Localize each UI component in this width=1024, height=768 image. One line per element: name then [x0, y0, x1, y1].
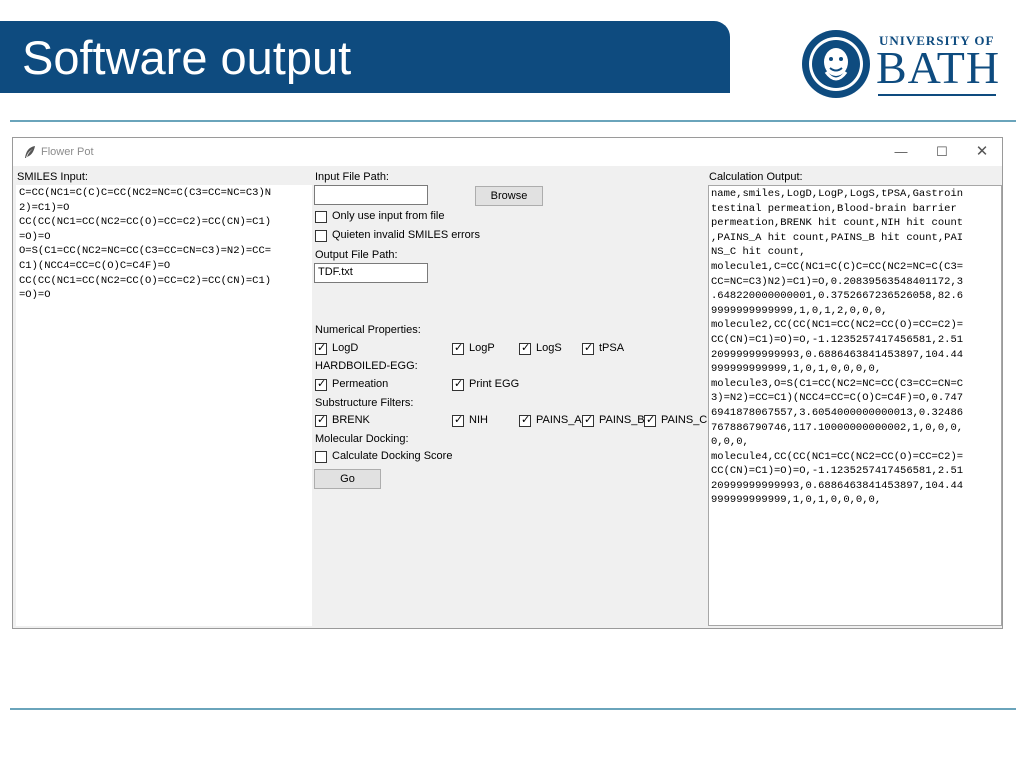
check-icon: ✓ — [646, 414, 656, 426]
top-divider — [10, 120, 1016, 122]
pains-b-checkbox[interactable]: ✓ — [582, 414, 594, 427]
input-file-path-field[interactable] — [314, 185, 428, 205]
go-button[interactable]: Go — [314, 469, 381, 489]
substructure-filters-label: Substructure Filters: — [315, 397, 414, 409]
close-button[interactable]: ✕ — [968, 142, 996, 162]
logd-label: LogD — [332, 342, 359, 354]
calculation-output-textarea[interactable]: name,smiles,LogD,LogP,LogS,tPSA,Gastroin… — [708, 185, 1002, 626]
logo-underline — [878, 94, 996, 96]
nih-checkbox[interactable]: ✓ — [452, 414, 464, 427]
output-file-path-field[interactable]: TDF.txt — [314, 263, 428, 283]
check-icon: ✓ — [521, 414, 531, 426]
maximize-button[interactable]: ☐ — [928, 142, 956, 162]
only-use-file-label: Only use input from file — [332, 210, 445, 222]
quieten-errors-label: Quieten invalid SMILES errors — [332, 229, 480, 241]
feather-icon — [25, 146, 35, 158]
logs-checkbox[interactable]: ✓ — [519, 342, 531, 355]
calculation-output-label: Calculation Output: — [709, 171, 803, 183]
logs-label: LogS — [536, 342, 562, 354]
smiles-input-label: SMILES Input: — [17, 171, 88, 183]
bath-seal-icon — [802, 30, 870, 98]
print-egg-checkbox[interactable]: ✓ — [452, 378, 464, 391]
nih-label: NIH — [469, 414, 488, 426]
check-icon: ✓ — [317, 342, 327, 354]
permeation-checkbox[interactable]: ✓ — [315, 378, 327, 391]
minimize-button[interactable]: — — [887, 142, 915, 162]
logd-checkbox[interactable]: ✓ — [315, 342, 327, 355]
input-file-path-label: Input File Path: — [315, 171, 389, 183]
check-icon: ✓ — [454, 342, 464, 354]
molecular-docking-label: Molecular Docking: — [315, 433, 409, 445]
logo-bath-text: BATH — [876, 42, 1001, 93]
tpsa-label: tPSA — [599, 342, 625, 354]
only-use-file-checkbox[interactable] — [315, 211, 327, 223]
tpsa-checkbox[interactable]: ✓ — [582, 342, 594, 355]
pains-a-label: PAINS_A — [536, 414, 582, 426]
check-icon: ✓ — [584, 342, 594, 354]
docking-score-checkbox[interactable] — [315, 451, 327, 463]
check-icon: ✓ — [454, 414, 464, 426]
quieten-errors-checkbox[interactable] — [315, 230, 327, 242]
permeation-label: Permeation — [332, 378, 389, 390]
pains-a-checkbox[interactable]: ✓ — [519, 414, 531, 427]
brenk-checkbox[interactable]: ✓ — [315, 414, 327, 427]
check-icon: ✓ — [521, 342, 531, 354]
output-file-path-label: Output File Path: — [315, 249, 398, 261]
university-logo: UNIVERSITY OF BATH — [800, 28, 1000, 100]
flower-pot-window: Flower Pot — ☐ ✕ SMILES Input: C=CC(NC1=… — [12, 137, 1003, 629]
docking-score-label: Calculate Docking Score — [332, 450, 453, 462]
slide-title: Software output — [22, 31, 352, 84]
pains-c-label: PAINS_C — [661, 414, 708, 426]
print-egg-label: Print EGG — [469, 378, 520, 390]
logp-label: LogP — [469, 342, 495, 354]
check-icon: ✓ — [317, 378, 327, 390]
check-icon: ✓ — [584, 414, 594, 426]
bottom-divider — [10, 708, 1016, 710]
pains-c-checkbox[interactable]: ✓ — [644, 414, 656, 427]
hardboiled-egg-label: HARDBOILED-EGG: — [315, 360, 418, 372]
numerical-properties-label: Numerical Properties: — [315, 324, 421, 336]
brenk-label: BRENK — [332, 414, 370, 426]
window-title: Flower Pot — [41, 146, 94, 158]
pains-b-label: PAINS_B — [599, 414, 645, 426]
window-titlebar[interactable]: Flower Pot — ☐ ✕ — [13, 138, 1002, 166]
logp-checkbox[interactable]: ✓ — [452, 342, 464, 355]
check-icon: ✓ — [454, 378, 464, 390]
smiles-input-textarea[interactable]: C=CC(NC1=C(C)C=CC(NC2=NC=C(C3=CC=NC=C3)N… — [16, 185, 312, 626]
browse-button[interactable]: Browse — [475, 186, 543, 206]
check-icon: ✓ — [317, 414, 327, 426]
